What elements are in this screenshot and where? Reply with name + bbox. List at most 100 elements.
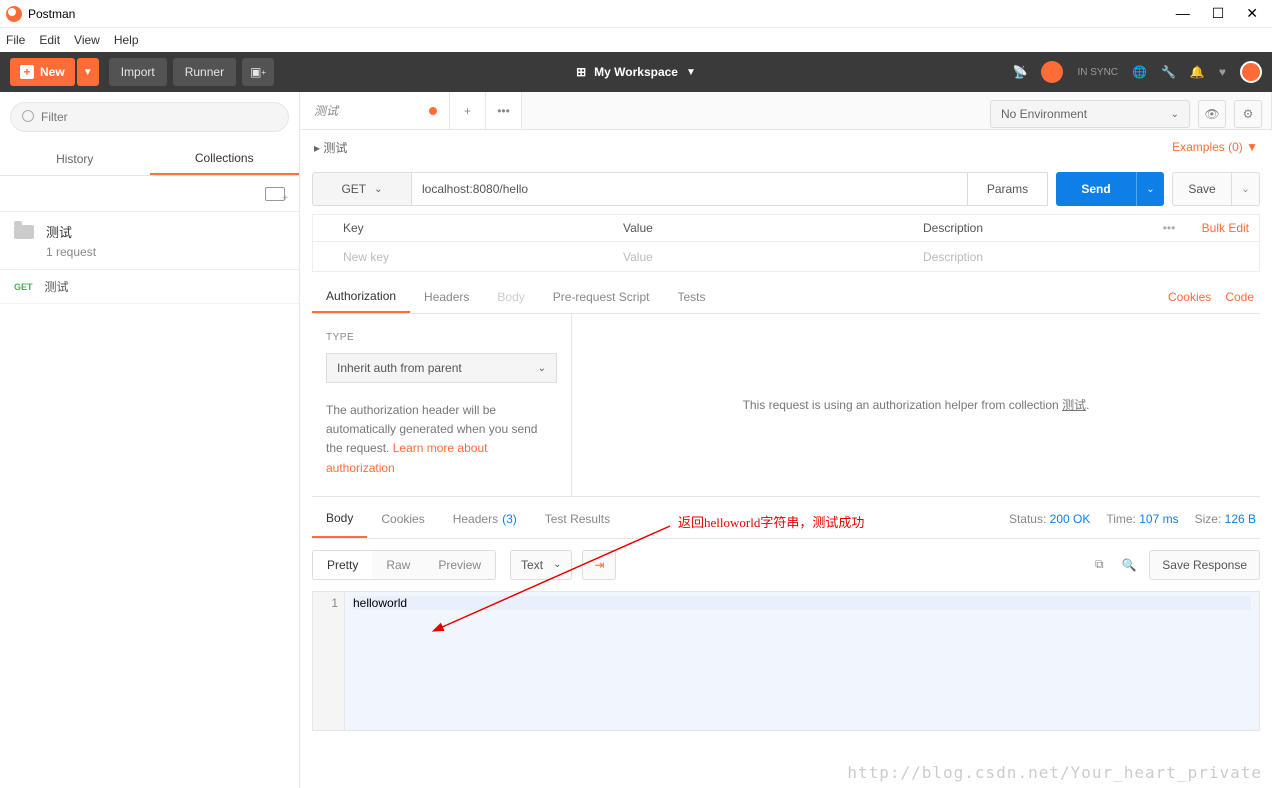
satellite-icon[interactable]: 📡 [1013, 65, 1028, 79]
resp-tab-headers[interactable]: Headers (3) [439, 501, 531, 538]
new-dropdown[interactable]: ▼ [77, 58, 99, 86]
new-collection-icon[interactable] [265, 187, 285, 201]
examples-link[interactable]: Examples (0) ▼ [1172, 140, 1258, 154]
auth-description: The authorization header will be automat… [326, 401, 557, 478]
menu-help[interactable]: Help [114, 33, 139, 47]
resp-tab-cookies[interactable]: Cookies [367, 501, 438, 538]
menu-file[interactable]: File [6, 33, 25, 47]
search-icon [10, 102, 289, 132]
save-dropdown[interactable]: ⌄ [1232, 172, 1260, 206]
cookies-link[interactable]: Cookies [1168, 290, 1211, 304]
minimize-icon[interactable]: — [1176, 5, 1190, 22]
code-link[interactable]: Code [1225, 290, 1254, 304]
params-header: Key Value Description ••• Bulk Edit [312, 214, 1260, 242]
code-content[interactable]: helloworld [345, 592, 1259, 730]
tab-prerequest[interactable]: Pre-request Script [539, 280, 664, 313]
main-toolbar: + New ▼ Import Runner ▣+ ⊞ My Workspace … [0, 52, 1272, 92]
env-preview-icon[interactable]: 👁 [1198, 100, 1226, 128]
collection-item[interactable]: 测试 1 request [0, 212, 299, 270]
new-button-label: New [40, 65, 65, 79]
environment-select[interactable]: No Environment ⌄ [990, 100, 1190, 128]
import-button[interactable]: Import [109, 58, 167, 86]
env-settings-icon[interactable]: ⚙ [1234, 100, 1262, 128]
col-key: Key [313, 221, 613, 235]
add-tab-button[interactable]: + [450, 92, 486, 129]
menubar: File Edit View Help [0, 28, 1272, 52]
response-line: helloworld [353, 596, 1251, 610]
unsaved-dot-icon [429, 107, 437, 115]
tab-tests[interactable]: Tests [663, 280, 719, 313]
filter-input[interactable] [10, 102, 289, 132]
params-button[interactable]: Params [968, 172, 1048, 206]
close-icon[interactable]: ✕ [1246, 5, 1258, 22]
bulk-edit-link[interactable]: Bulk Edit [1189, 221, 1259, 235]
tab-authorization[interactable]: Authorization [312, 280, 410, 313]
save-response-button[interactable]: Save Response [1149, 550, 1260, 580]
copy-icon[interactable]: ⧉ [1089, 555, 1109, 575]
request-tab-label: 测试 [314, 102, 338, 119]
runner-button[interactable]: Runner [173, 58, 236, 86]
send-dropdown[interactable]: ⌄ [1136, 172, 1164, 206]
auth-info: This request is using an authorization h… [572, 314, 1260, 496]
col-desc: Description [913, 221, 1149, 235]
chevron-down-icon: ▼ [686, 67, 696, 78]
method-badge: GET [14, 282, 33, 292]
menu-edit[interactable]: Edit [39, 33, 60, 47]
params-row[interactable]: New key Value Description [312, 242, 1260, 272]
user-avatar-icon[interactable] [1240, 61, 1262, 83]
status-code: 200 OK [1050, 512, 1091, 526]
resp-tab-body[interactable]: Body [312, 501, 367, 538]
plus-icon: + [20, 65, 34, 79]
param-desc-input[interactable]: Description [913, 250, 1259, 264]
auth-type-select[interactable]: Inherit auth from parent ⌄ [326, 353, 557, 383]
headers-count: (3) [502, 512, 517, 526]
format-select[interactable]: Text ⌄ [510, 550, 572, 580]
col-value: Value [613, 221, 913, 235]
tab-more-button[interactable]: ••• [486, 92, 522, 129]
url-input[interactable] [412, 172, 968, 206]
chevron-down-icon: ⌄ [553, 559, 561, 570]
settings-icon[interactable]: 🔧 [1161, 65, 1176, 79]
chevron-down-icon: ⌄ [374, 184, 382, 195]
menu-view[interactable]: View [74, 33, 100, 47]
request-tab[interactable]: 测试 [300, 92, 450, 129]
send-button[interactable]: Send [1056, 172, 1136, 206]
breadcrumb[interactable]: ▸ 测试 [314, 139, 347, 156]
maximize-icon[interactable]: ☐ [1212, 5, 1225, 22]
sidebar: History Collections 测试 1 request GET 测试 [0, 92, 300, 788]
wrap-button[interactable]: ⇥ [582, 550, 616, 580]
method-label: GET [341, 182, 366, 196]
heart-icon[interactable]: ♥ [1219, 65, 1226, 79]
notifications-icon[interactable]: 🔔 [1190, 65, 1205, 79]
tab-history[interactable]: History [0, 142, 150, 175]
resp-tab-tests[interactable]: Test Results [531, 501, 624, 538]
content: 测试 + ••• No Environment ⌄ 👁 ⚙ ▸ 测试 Examp… [300, 92, 1272, 788]
save-button[interactable]: Save [1172, 172, 1232, 206]
view-pretty[interactable]: Pretty [313, 551, 372, 579]
response-body: 1 helloworld [312, 591, 1260, 731]
grid-icon: ⊞ [576, 65, 586, 79]
tab-collections[interactable]: Collections [150, 142, 300, 175]
browse-icon[interactable]: 🌐 [1132, 65, 1147, 79]
folder-icon [14, 225, 34, 239]
workspace-selector[interactable]: ⊞ My Workspace ▼ [576, 65, 696, 79]
environment-label: No Environment [1001, 107, 1087, 121]
search-response-icon[interactable]: 🔍 [1119, 555, 1139, 575]
tab-headers[interactable]: Headers [410, 280, 483, 313]
view-raw[interactable]: Raw [372, 551, 424, 579]
method-select[interactable]: GET ⌄ [312, 172, 412, 206]
view-preview[interactable]: Preview [424, 551, 495, 579]
request-item[interactable]: GET 测试 [0, 270, 299, 304]
app-logo-icon [6, 6, 22, 22]
sync-avatar-icon[interactable] [1041, 61, 1063, 83]
params-more-icon[interactable]: ••• [1149, 221, 1189, 235]
new-window-button[interactable]: ▣+ [242, 58, 274, 86]
param-value-input[interactable]: Value [613, 250, 913, 264]
response-status: Status: 200 OK Time: 107 ms Size: 126 B [1009, 512, 1260, 526]
workspace-label: My Workspace [594, 65, 678, 79]
new-button[interactable]: + New [10, 58, 75, 86]
param-key-input[interactable]: New key [313, 250, 613, 264]
auth-type-value: Inherit auth from parent [337, 361, 462, 375]
tab-body[interactable]: Body [483, 280, 538, 313]
auth-collection-link[interactable]: 测试 [1062, 398, 1086, 412]
